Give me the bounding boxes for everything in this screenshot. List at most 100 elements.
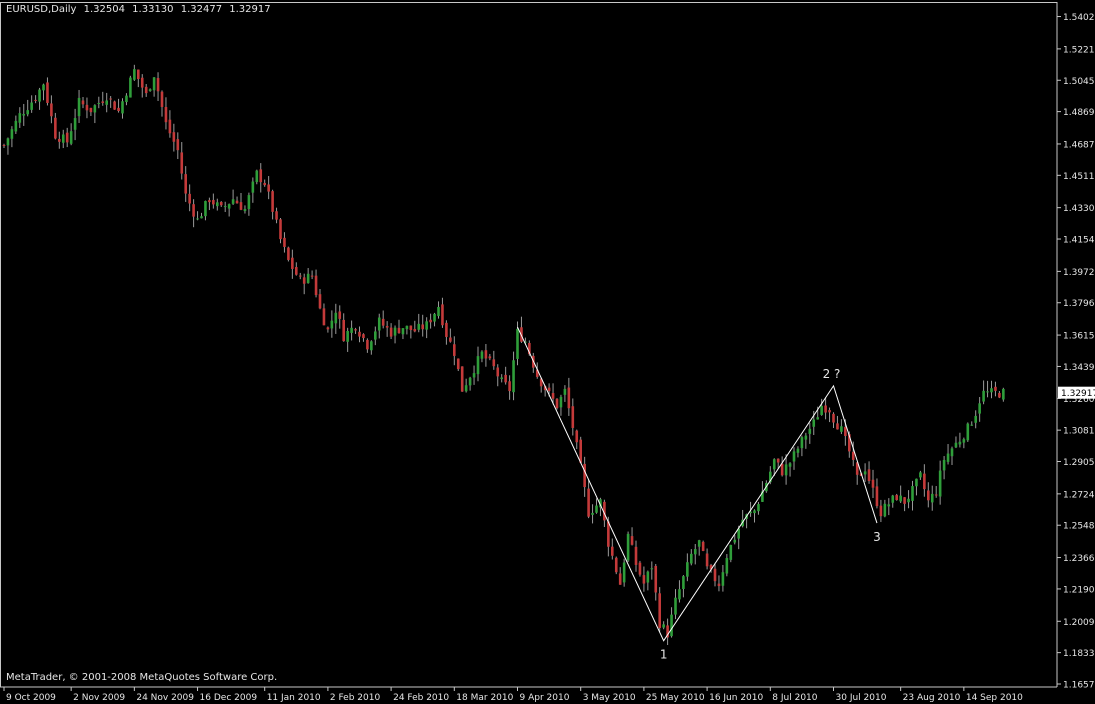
candle (263, 179, 266, 187)
candle (919, 470, 922, 480)
candle (125, 93, 128, 106)
candle (930, 485, 934, 511)
candle (89, 107, 93, 116)
candle (990, 380, 993, 399)
candle (144, 83, 148, 97)
candle-body (212, 199, 215, 205)
candle-body (263, 182, 266, 186)
candle (729, 544, 733, 563)
candle (429, 313, 432, 329)
candle (563, 385, 567, 402)
candle-body (800, 437, 804, 449)
candle (650, 561, 654, 580)
candle (800, 435, 804, 457)
candle-body (508, 381, 511, 392)
candle-body (911, 486, 914, 501)
candle (417, 313, 421, 333)
candle (425, 317, 428, 339)
candle (50, 95, 53, 124)
candle-body (460, 366, 464, 392)
candle (401, 328, 405, 340)
y-tick-label: 1.23665 (1063, 554, 1095, 564)
wave-layer: 1 2 ? 3 (517, 326, 881, 662)
chart-window[interactable]: 1 2 ? 3 1.54025 1.52210 1.50450 1.48690 1.4687… (0, 0, 1095, 704)
current-price-label: 1.32917 (1061, 389, 1095, 399)
candle (855, 462, 859, 485)
y-tick-label: 1.48690 (1063, 108, 1095, 118)
y-tick-label: 1.43300 (1063, 204, 1095, 214)
candle (168, 110, 172, 138)
candle-body (259, 169, 263, 183)
candle-body (721, 572, 725, 586)
candle-body (998, 392, 1001, 398)
candle (204, 200, 207, 221)
candle (129, 75, 132, 98)
candle (962, 437, 966, 449)
candle (871, 469, 875, 498)
candle (950, 446, 954, 466)
candle (630, 527, 634, 546)
candle-body (279, 219, 282, 240)
candle-body (239, 202, 243, 210)
candle-body (342, 319, 345, 342)
y-tick-label: 1.25480 (1063, 522, 1095, 532)
candle-body (196, 218, 199, 220)
candle (895, 493, 898, 501)
candle-body (879, 505, 883, 517)
candle-body (409, 325, 413, 331)
candle-body (958, 441, 962, 445)
candle (172, 123, 176, 152)
candle-body (148, 89, 152, 92)
candle-body (674, 597, 677, 615)
symbol-label: EURUSD,Daily (6, 4, 77, 15)
candle (638, 560, 642, 577)
candle-body (883, 503, 887, 517)
candle-body (445, 322, 448, 337)
candle-body (121, 101, 124, 114)
candle (678, 580, 681, 603)
x-tick-label: 23 Aug 2010 (903, 693, 961, 703)
candle (705, 548, 709, 570)
candle-body (871, 479, 875, 488)
candle-body (401, 328, 405, 335)
candle (626, 531, 630, 563)
candle (982, 380, 985, 405)
candle (30, 95, 33, 113)
candle (291, 249, 294, 279)
y-tick-label: 1.18330 (1063, 649, 1095, 659)
candle (413, 320, 417, 333)
candle-body (579, 439, 582, 463)
candle (824, 397, 827, 420)
candle-body (942, 459, 946, 471)
candle-body (753, 510, 756, 514)
candle (468, 376, 472, 391)
candle (658, 587, 661, 632)
x-tick-label: 24 Feb 2010 (393, 693, 449, 703)
candle (792, 447, 796, 470)
candle-body (50, 103, 53, 117)
candle (73, 108, 77, 141)
candle (81, 97, 85, 109)
x-tick-label: 3 May 2010 (583, 693, 636, 703)
candle (61, 129, 65, 149)
candle (409, 325, 413, 339)
price-chart[interactable]: 1 2 ? 3 1.54025 1.52210 1.50450 1.48690 1.4687… (0, 0, 1095, 704)
candle-body (429, 319, 432, 323)
candle-body (381, 318, 385, 326)
candle-body (117, 107, 120, 112)
candle-body (867, 469, 871, 482)
candle-body (34, 99, 37, 101)
candle-body (899, 495, 902, 502)
candle (121, 98, 124, 119)
candle-body (271, 191, 274, 212)
candle (105, 92, 108, 113)
candle (54, 112, 57, 140)
candle (583, 456, 586, 497)
candle-body (22, 114, 26, 116)
candle-body (219, 201, 223, 206)
candle-body (421, 324, 424, 330)
close-value: 1.32917 (229, 4, 271, 15)
candle (796, 446, 800, 458)
candle (449, 328, 452, 343)
candle-body (437, 306, 440, 317)
